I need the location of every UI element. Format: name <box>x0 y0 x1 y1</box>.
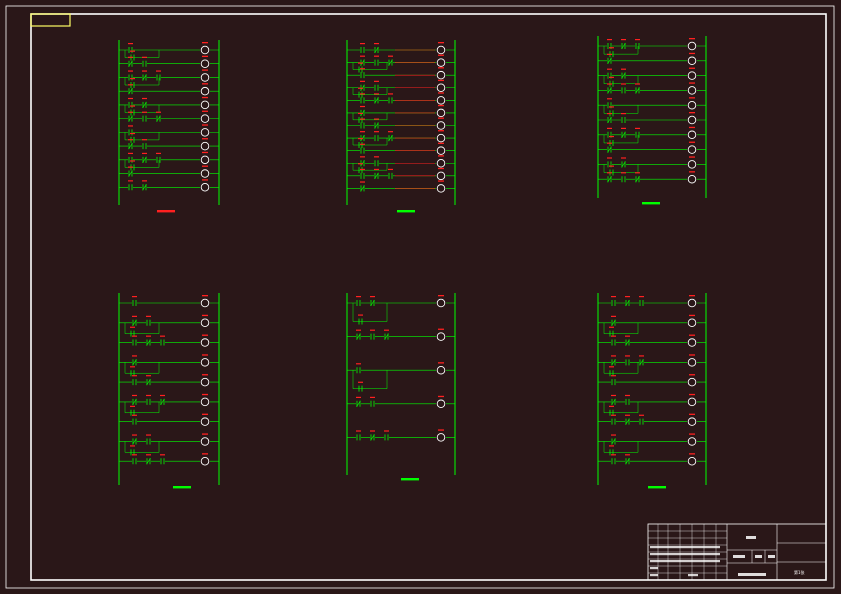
rung <box>598 453 706 466</box>
rung <box>598 393 706 416</box>
rung <box>347 54 455 73</box>
rung <box>119 453 219 466</box>
rung <box>119 334 219 347</box>
drawing-canvas: 第1张 <box>0 0 841 594</box>
rung <box>598 52 706 66</box>
rung <box>598 171 706 184</box>
ladder-diagram-5 <box>346 293 456 481</box>
diagram-caption <box>157 210 175 213</box>
rung <box>347 104 455 123</box>
rung <box>598 82 706 95</box>
rung <box>598 126 706 146</box>
rung <box>347 130 455 149</box>
rung <box>598 314 706 337</box>
rung <box>347 167 455 181</box>
rung <box>598 354 706 377</box>
diagram-caption <box>401 478 419 481</box>
rung <box>347 180 455 193</box>
rung <box>347 42 455 55</box>
rung <box>119 393 219 416</box>
title-block: 第1张 <box>647 523 827 581</box>
rung <box>347 155 455 174</box>
rung <box>598 38 706 58</box>
inner-frame <box>30 13 827 581</box>
rung <box>598 413 706 426</box>
rung <box>119 69 219 89</box>
rung <box>347 79 455 98</box>
diagram-caption <box>648 486 666 489</box>
rung <box>119 96 219 116</box>
rung <box>119 413 219 426</box>
rung <box>598 433 706 456</box>
rung <box>119 42 219 61</box>
rung <box>119 433 219 456</box>
diagram-caption <box>397 210 415 213</box>
rung <box>119 151 219 171</box>
ladder-diagram-6 <box>597 293 707 489</box>
rung <box>347 117 455 130</box>
sheet-label: 第1张 <box>794 569 805 575</box>
rung <box>119 354 219 377</box>
rung <box>598 156 706 176</box>
ladder-diagram-2 <box>346 40 456 213</box>
rung <box>347 92 455 105</box>
rung <box>347 429 455 442</box>
outer-frame <box>5 5 835 589</box>
rung <box>119 124 219 143</box>
rung <box>347 362 455 392</box>
rung <box>598 374 706 387</box>
rung <box>598 97 706 117</box>
rung <box>119 179 219 192</box>
rung <box>119 295 219 308</box>
rung <box>598 67 706 87</box>
ladder-diagram-3 <box>597 36 707 205</box>
rung <box>598 334 706 347</box>
rung <box>598 295 706 308</box>
diagram-caption <box>642 202 660 205</box>
rung <box>347 67 455 80</box>
ladder-diagrams <box>118 36 707 489</box>
ladder-diagram-1 <box>118 40 220 213</box>
rung <box>119 374 219 387</box>
ladder-drawing: 第1张 <box>5 5 835 589</box>
ladder-diagram-4 <box>118 293 220 489</box>
rung <box>347 295 455 325</box>
rung <box>119 314 219 337</box>
rung <box>347 328 455 341</box>
corner-tab <box>30 13 71 27</box>
rung <box>347 142 455 155</box>
diagram-caption <box>173 486 191 489</box>
rung <box>598 141 706 154</box>
rung <box>598 112 706 125</box>
rung <box>347 395 455 409</box>
